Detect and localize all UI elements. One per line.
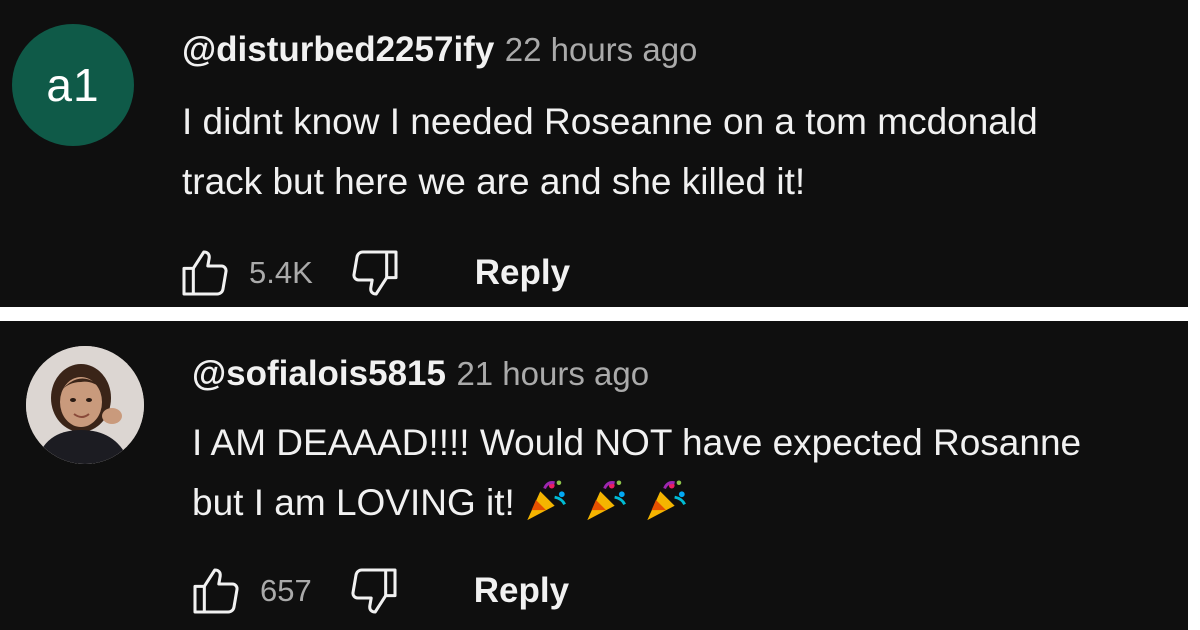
comment-actions: 5.4K Reply: [175, 243, 570, 303]
party-popper-icon: [647, 480, 686, 521]
dislike-button[interactable]: [344, 561, 404, 621]
avatar[interactable]: a1: [12, 24, 134, 146]
profile-photo: [26, 346, 144, 464]
comment-text: I AM DEAAAD!!!! Would NOT have expected …: [192, 413, 1081, 533]
dislike-button[interactable]: [345, 243, 405, 303]
like-count: 657: [260, 573, 312, 608]
like-button[interactable]: [186, 561, 246, 621]
party-popper-icon: [587, 480, 626, 521]
reply-button[interactable]: Reply: [475, 253, 570, 293]
comment-actions: 657 Reply: [186, 561, 569, 621]
reply-button[interactable]: Reply: [474, 571, 569, 611]
avatar[interactable]: [26, 346, 144, 464]
comment-card: a1 @disturbed2257ify 22 hours ago I didn…: [0, 0, 1188, 307]
comment-text-line-with-emoji: but I am LOVING it!: [192, 473, 1081, 533]
comment-text: I didnt know I needed Roseanne on a tom …: [182, 92, 1038, 212]
party-popper-icon: [527, 480, 566, 521]
like-count: 5.4K: [249, 255, 313, 290]
thumbs-down-icon: [352, 250, 398, 296]
comment-card: @sofialois5815 21 hours ago I AM DEAAAD!…: [0, 321, 1188, 630]
comment-text-line: I AM DEAAAD!!!! Would NOT have expected …: [192, 422, 1082, 463]
like-button[interactable]: [175, 243, 235, 303]
comment-author-handle[interactable]: @sofialois5815: [192, 354, 446, 393]
comment-text-line: but I am LOVING it!: [192, 482, 515, 523]
comment-header: @sofialois5815 21 hours ago: [192, 354, 649, 394]
thumbs-up-icon: [182, 250, 228, 296]
comment-timestamp[interactable]: 21 hours ago: [456, 355, 649, 392]
comment-text-line: track but here we are and she killed it!: [182, 161, 806, 202]
avatar-initials: a1: [46, 59, 100, 111]
thumbs-down-icon: [351, 568, 397, 614]
comment-timestamp[interactable]: 22 hours ago: [505, 31, 698, 68]
comment-author-handle[interactable]: @disturbed2257ify: [182, 30, 494, 69]
thumbs-up-icon: [193, 568, 239, 614]
comment-text-line: I didnt know I needed Roseanne on a tom …: [182, 101, 1038, 142]
comment-header: @disturbed2257ify 22 hours ago: [182, 30, 697, 70]
